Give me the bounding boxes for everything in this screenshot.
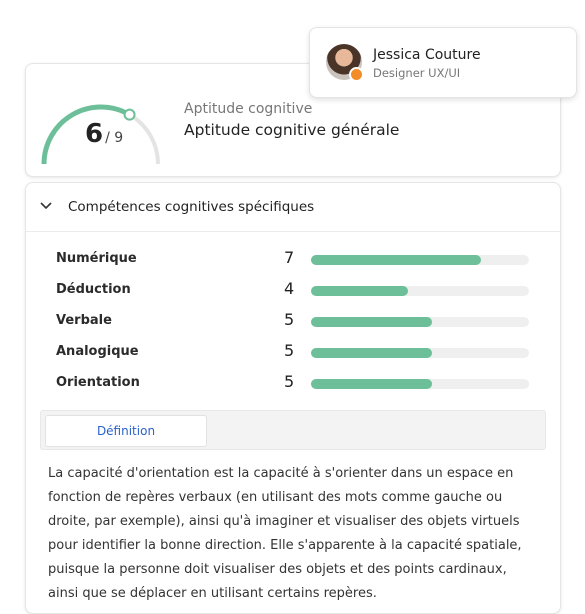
- user-profile-card[interactable]: Jessica Couture Designer UX/UI: [309, 27, 577, 98]
- tab-definition[interactable]: Définition: [45, 415, 207, 447]
- skill-row: Verbale 5: [26, 310, 560, 334]
- skill-value: 5: [284, 310, 295, 329]
- gauge-knob: [123, 108, 136, 121]
- skill-label: Orientation: [56, 375, 140, 390]
- skill-bar-fill: [311, 255, 482, 265]
- score-max: / 9: [105, 130, 124, 146]
- skill-bar: [311, 317, 529, 327]
- skill-label: Numérique: [56, 251, 137, 266]
- skill-bar: [311, 348, 529, 358]
- skill-bar-fill: [311, 379, 433, 389]
- skill-row: Numérique 7: [26, 248, 560, 272]
- user-name: Jessica Couture: [373, 47, 481, 63]
- avatar: [326, 44, 364, 82]
- chevron-down-icon: [40, 202, 52, 210]
- skill-bar: [311, 255, 529, 265]
- tab-bar: Définition: [40, 410, 546, 450]
- score-value: 6/ 9: [85, 119, 123, 149]
- aptitude-label: Aptitude cognitive: [184, 101, 313, 117]
- status-indicator: [349, 67, 364, 82]
- skill-bar-fill: [311, 348, 433, 358]
- skill-bar-fill: [311, 286, 408, 296]
- skill-value: 5: [284, 372, 295, 391]
- skills-section-toggle[interactable]: Compétences cognitives spécifiques: [26, 183, 560, 232]
- skill-row: Analogique 5: [26, 341, 560, 365]
- skill-label: Analogique: [56, 344, 139, 359]
- skill-value: 5: [284, 341, 295, 360]
- skill-value: 7: [284, 248, 295, 267]
- section-title: Compétences cognitives spécifiques: [68, 199, 315, 215]
- skill-label: Déduction: [56, 282, 131, 297]
- skill-row: Déduction 4: [26, 279, 560, 303]
- score-number: 6: [85, 119, 104, 149]
- definition-text: La capacité d'orientation est la capacit…: [48, 466, 522, 601]
- skill-row: Orientation 5: [26, 372, 560, 396]
- user-role: Designer UX/UI: [373, 66, 461, 80]
- aptitude-title: Aptitude cognitive générale: [184, 121, 400, 139]
- skill-label: Verbale: [56, 313, 112, 328]
- skill-bar-fill: [311, 317, 433, 327]
- skill-value: 4: [284, 279, 295, 298]
- skill-bar: [311, 379, 529, 389]
- skill-bar: [311, 286, 529, 296]
- skills-card: Compétences cognitives spécifiques Numér…: [25, 182, 561, 614]
